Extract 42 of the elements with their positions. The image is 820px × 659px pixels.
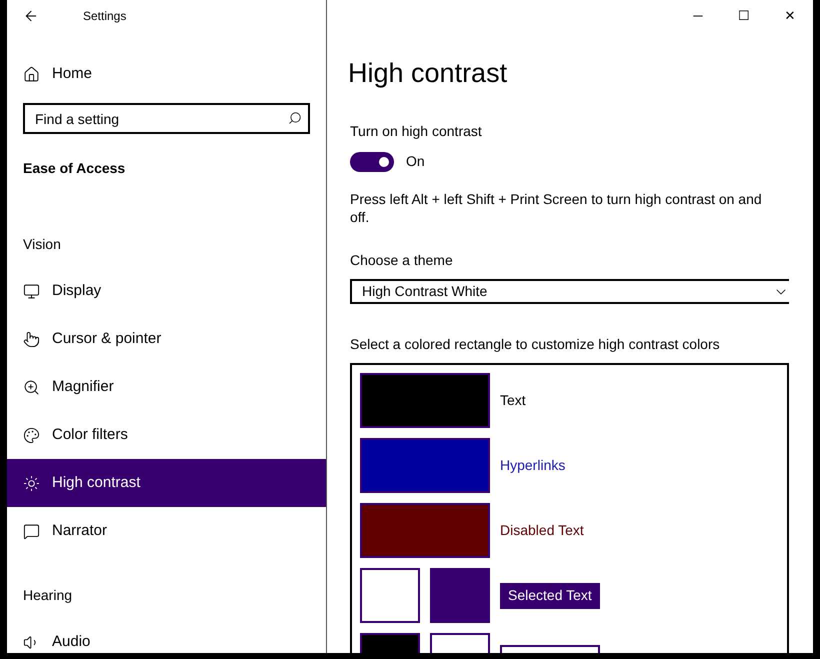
theme-dropdown[interactable]: High Contrast White (350, 279, 789, 304)
sidebar-item[interactable]: Audio (7, 618, 326, 653)
sidebar-item[interactable]: Display (7, 267, 326, 315)
color-swatch[interactable] (360, 373, 490, 428)
home-item[interactable]: Home (7, 50, 326, 98)
close-button[interactable]: ✕ (767, 0, 813, 32)
palette-icon (23, 426, 40, 444)
sidebar-item[interactable]: Color filters (7, 411, 326, 459)
color-label: Disabled Text (500, 521, 584, 540)
window-title: Settings (83, 8, 126, 25)
magnifier-icon (23, 378, 40, 396)
colors-label: Select a colored rectangle to customize high contrast colors (350, 335, 721, 354)
toggle-label: Turn on high contrast (350, 122, 483, 141)
minimize-button[interactable]: ─ (675, 0, 721, 32)
color-label: Text (500, 391, 526, 410)
color-swatch[interactable] (360, 568, 420, 623)
theme-label: Choose a theme (350, 251, 454, 270)
search-icon[interactable] (288, 111, 302, 125)
page-title: High contrast (348, 57, 508, 89)
section-heading: Vision (22, 235, 62, 254)
category-heading: Ease of Access (22, 159, 126, 178)
color-label: Hyperlinks (500, 456, 566, 475)
sidebar-item[interactable]: Narrator (7, 507, 326, 555)
narrator-icon (23, 522, 40, 540)
monitor-icon (23, 282, 40, 300)
color-swatch[interactable] (360, 438, 490, 493)
sidebar-item[interactable]: Cursor & pointer (7, 315, 326, 363)
section-heading: Hearing (22, 586, 74, 605)
sun-icon (23, 474, 40, 492)
toggle-switch[interactable] (350, 152, 394, 172)
color-swatch[interactable] (360, 503, 490, 558)
back-icon[interactable] (23, 8, 39, 24)
shortcut-hint: Press left Alt + left Shift + Print Screen to turn high contrast on and off. (350, 190, 763, 226)
search-field[interactable]: Find a setting (23, 103, 310, 134)
home-icon (23, 66, 40, 82)
pointer-hand-icon (23, 330, 40, 348)
sidebar-item[interactable]: High contrast (7, 459, 326, 507)
sidebar-item[interactable]: Magnifier (7, 363, 326, 411)
color-label: Selected Text (508, 586, 592, 602)
maximize-button[interactable]: ☐ (721, 0, 767, 32)
color-swatch[interactable] (430, 568, 490, 623)
toggle-state: On (406, 152, 425, 171)
